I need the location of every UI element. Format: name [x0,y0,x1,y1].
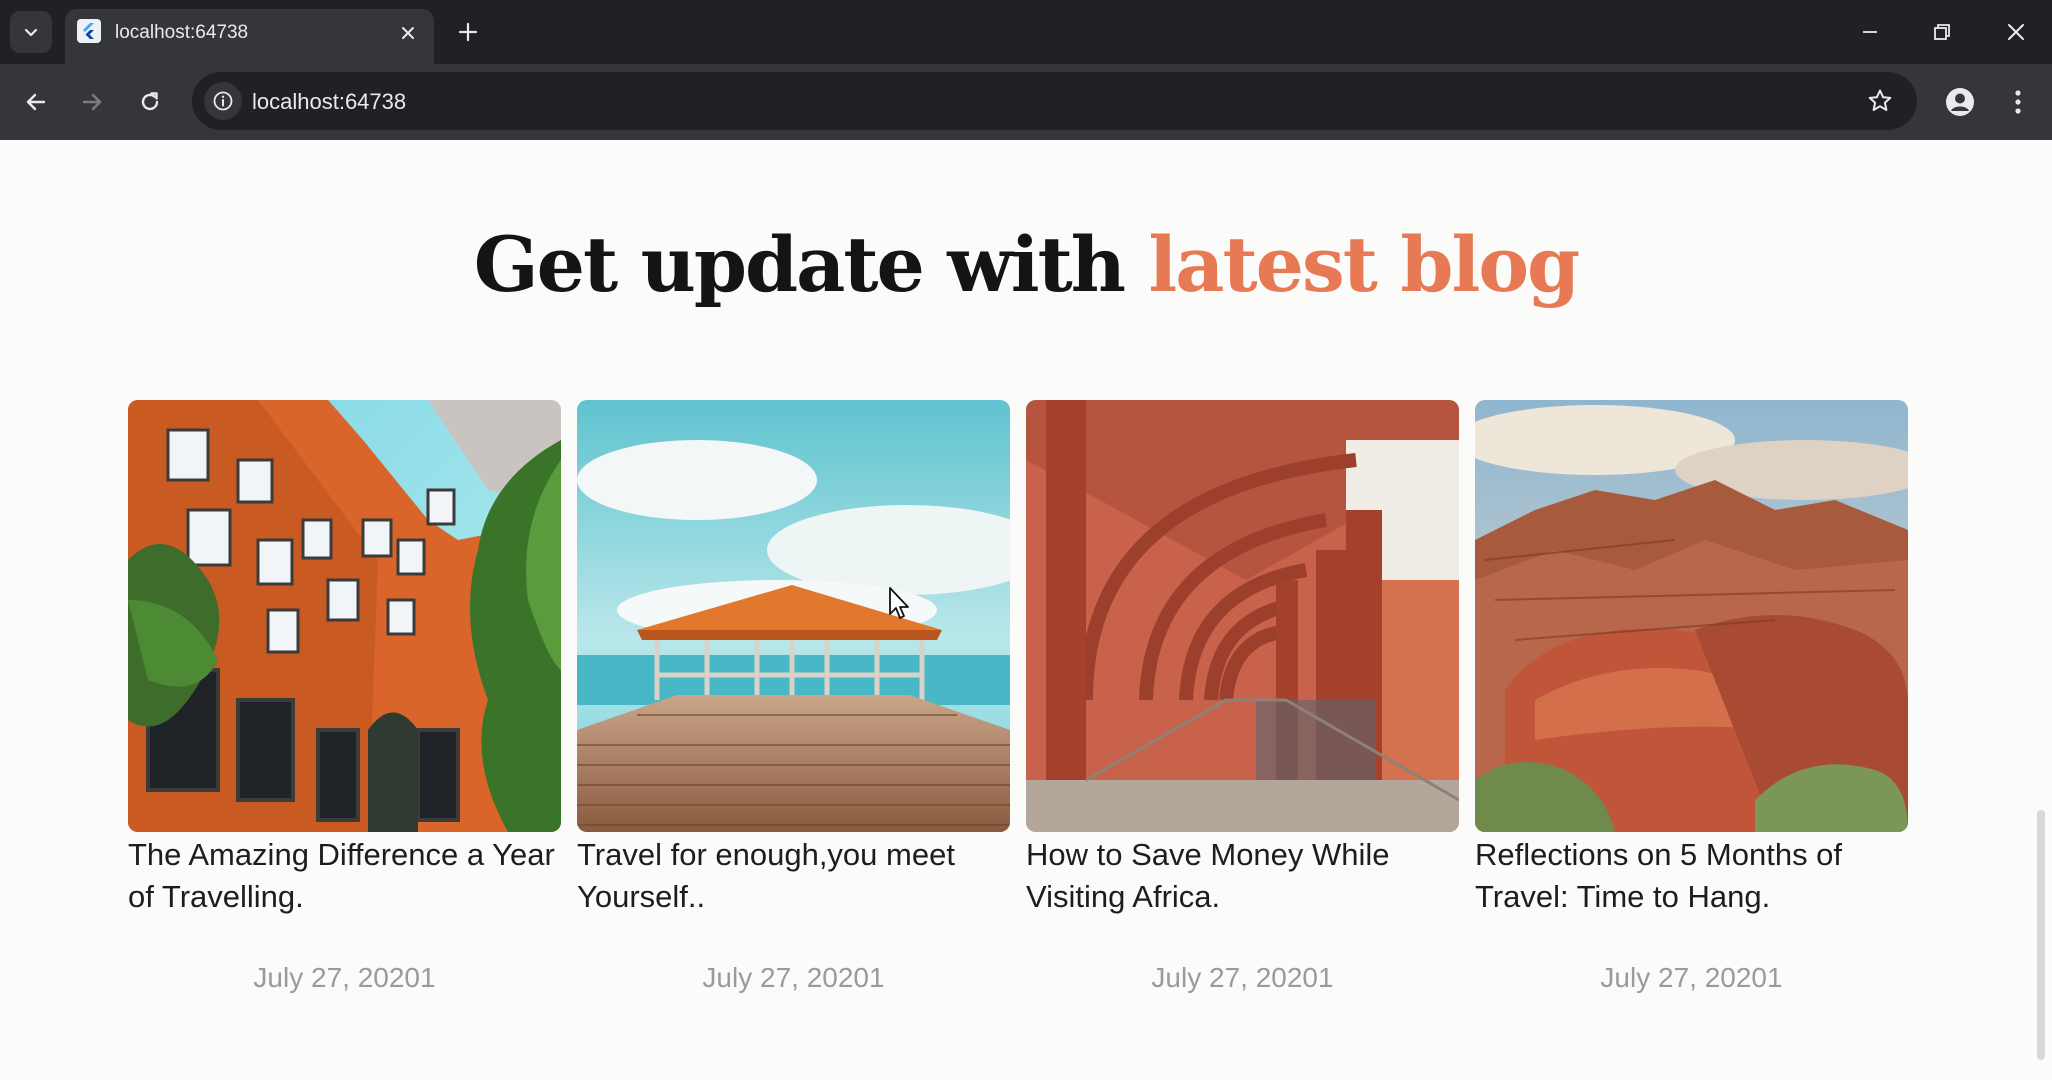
info-icon [213,91,233,111]
reload-icon [141,92,159,111]
flutter-favicon-icon [77,19,101,43]
page-content: Get update with latest blog The Amazing … [0,140,2052,1080]
close-icon [402,27,414,39]
post-title[interactable]: The Amazing Difference a Year of Travell… [128,834,561,918]
minimize-icon [1863,31,1877,33]
mouse-cursor-icon [889,587,909,619]
post-image-arched-colonnade[interactable] [1026,400,1459,832]
site-info-button[interactable] [204,82,242,120]
blog-card[interactable]: Reflections on 5 Months of Travel: Time … [1475,400,1908,993]
tab-close-button[interactable] [396,21,420,45]
address-bar[interactable]: localhost:64738 [192,72,1917,130]
url-text[interactable]: localhost:64738 [252,89,406,115]
restore-icon [1934,24,1950,40]
forward-arrow-icon [82,93,102,111]
star-icon [1868,89,1892,111]
browser-toolbar: localhost:64738 [0,64,2052,140]
close-icon [2008,24,2024,40]
browser-menu-button[interactable] [2000,84,2036,120]
post-title[interactable]: Reflections on 5 Months of Travel: Time … [1475,834,1908,918]
plus-icon [458,22,478,42]
reload-button[interactable] [130,82,170,122]
blog-card[interactable]: The Amazing Difference a Year of Travell… [128,400,561,993]
heading-plain-text: Get update with [473,220,1149,309]
post-title[interactable]: Travel for enough,you meet Yourself.. [577,834,1010,918]
restore-button[interactable] [1920,14,1964,50]
profile-icon [1946,88,1974,116]
heading-accent-text: latest blog [1148,220,1580,309]
blog-card[interactable]: How to Save Money While Visiting Africa.… [1026,400,1459,993]
minimize-button[interactable] [1848,14,1892,50]
bookmark-button[interactable] [1865,86,1895,116]
active-tab[interactable]: localhost:64738 [65,9,434,64]
post-image-pier-gazebo[interactable] [577,400,1010,832]
post-date: July 27, 20201 [702,962,885,993]
post-image-orange-building[interactable] [128,400,561,832]
post-title[interactable]: How to Save Money While Visiting Africa. [1026,834,1459,918]
tab-strip: localhost:64738 [0,0,2052,64]
new-tab-button[interactable] [452,16,484,48]
back-button[interactable] [16,82,56,122]
tab-search-button[interactable] [10,11,52,53]
profile-button[interactable] [1942,84,1978,120]
post-date: July 27, 20201 [1151,962,1334,993]
forward-button[interactable] [72,82,112,122]
post-date: July 27, 20201 [253,962,436,993]
section-heading: Get update with latest blog [0,220,2052,309]
back-arrow-icon [26,93,46,111]
kebab-menu-icon [2015,90,2021,114]
tab-title: localhost:64738 [115,22,249,43]
blog-card[interactable]: Travel for enough,you meet Yourself.. Ju… [577,400,1010,993]
post-date: July 27, 20201 [1600,962,1783,993]
close-window-button[interactable] [1994,14,2038,50]
page-scrollbar[interactable] [2037,810,2045,1060]
post-image-red-rock-canyon[interactable] [1475,400,1908,832]
chevron-down-icon [24,28,38,37]
